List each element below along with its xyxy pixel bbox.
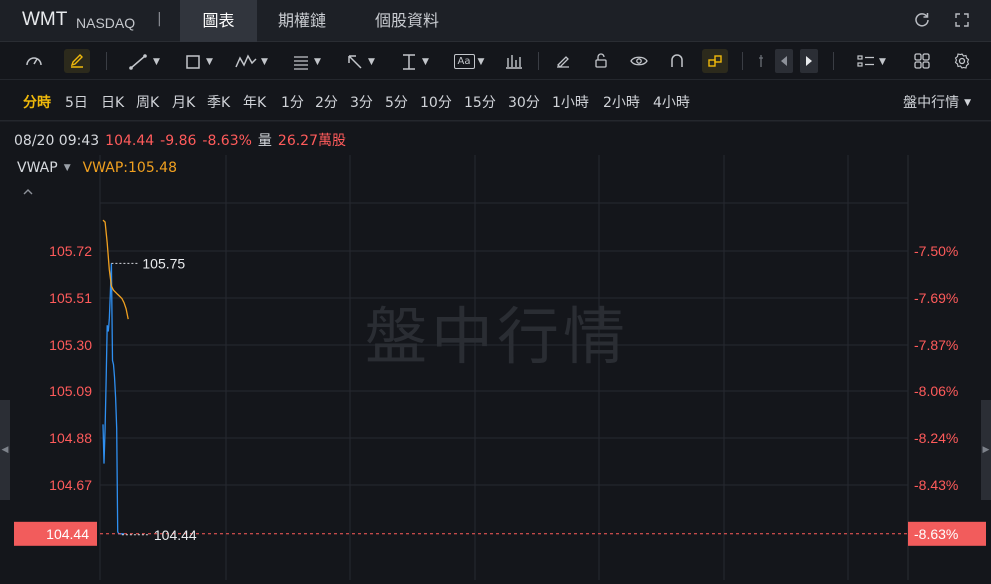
y-tick-label-right: -7.87%	[914, 337, 958, 353]
current-pct-badge-label: -8.63%	[914, 526, 958, 542]
y-tick-label-left: 104.88	[49, 430, 92, 446]
y-tick-label-left: 105.30	[49, 337, 92, 353]
quote-price: 104.44	[105, 133, 155, 149]
y-tick-label-right: -8.06%	[914, 383, 958, 399]
price-chart[interactable]: 盤中行情 105.72 105.51 105.30 105.09 104.88 104.6…	[0, 0, 991, 584]
series-line-vwap	[102, 219, 129, 320]
indicator-row[interactable]: VWAP ▼ VWAP:105.48	[17, 160, 177, 176]
last-price-annotation: 104.44	[154, 527, 197, 543]
y-tick-label-left: 105.72	[49, 243, 92, 259]
quote-change: -9.86	[160, 133, 197, 149]
quote-volume-label: 量	[257, 133, 272, 149]
y-tick-label-left: 105.09	[49, 383, 92, 399]
y-tick-label-left: 105.51	[49, 290, 92, 306]
collapse-icon[interactable]	[22, 186, 34, 200]
indicator-caret-icon[interactable]: ▼	[64, 163, 71, 173]
left-scroll-handle[interactable]: ◀	[0, 400, 10, 500]
right-pct-axis: -7.50% -7.69% -7.87% -8.06% -8.24% -8.43%	[914, 243, 958, 493]
y-tick-label-right: -8.24%	[914, 430, 958, 446]
right-scroll-handle[interactable]: ▶	[981, 400, 991, 500]
quote-volume: 26.27萬股	[277, 133, 347, 149]
chart-watermark: 盤中行情	[365, 300, 629, 373]
quote-change-pct: -8.63%	[202, 133, 252, 149]
quote-datetime: 08/20 09:43	[14, 133, 100, 149]
marker-layer: 104.44 -8.63% 104.44 105.75	[14, 255, 986, 546]
quote-info-line: 08/20 09:43 104.44 -9.86 -8.63% 量 26.27萬股	[14, 130, 352, 150]
y-tick-label-right: -7.50%	[914, 243, 958, 259]
left-price-axis: 105.72 105.51 105.30 105.09 104.88 104.67	[49, 243, 92, 493]
current-price-badge-label: 104.44	[46, 526, 89, 542]
y-tick-label-left: 104.67	[49, 477, 92, 493]
y-tick-label-right: -7.69%	[914, 290, 958, 306]
series-line-price	[102, 263, 124, 535]
high-price-annotation: 105.75	[142, 255, 185, 271]
series-layer	[102, 219, 129, 535]
y-tick-label-right: -8.43%	[914, 477, 958, 493]
indicator-name[interactable]: VWAP	[17, 160, 58, 176]
indicator-value: VWAP:105.48	[82, 160, 177, 176]
